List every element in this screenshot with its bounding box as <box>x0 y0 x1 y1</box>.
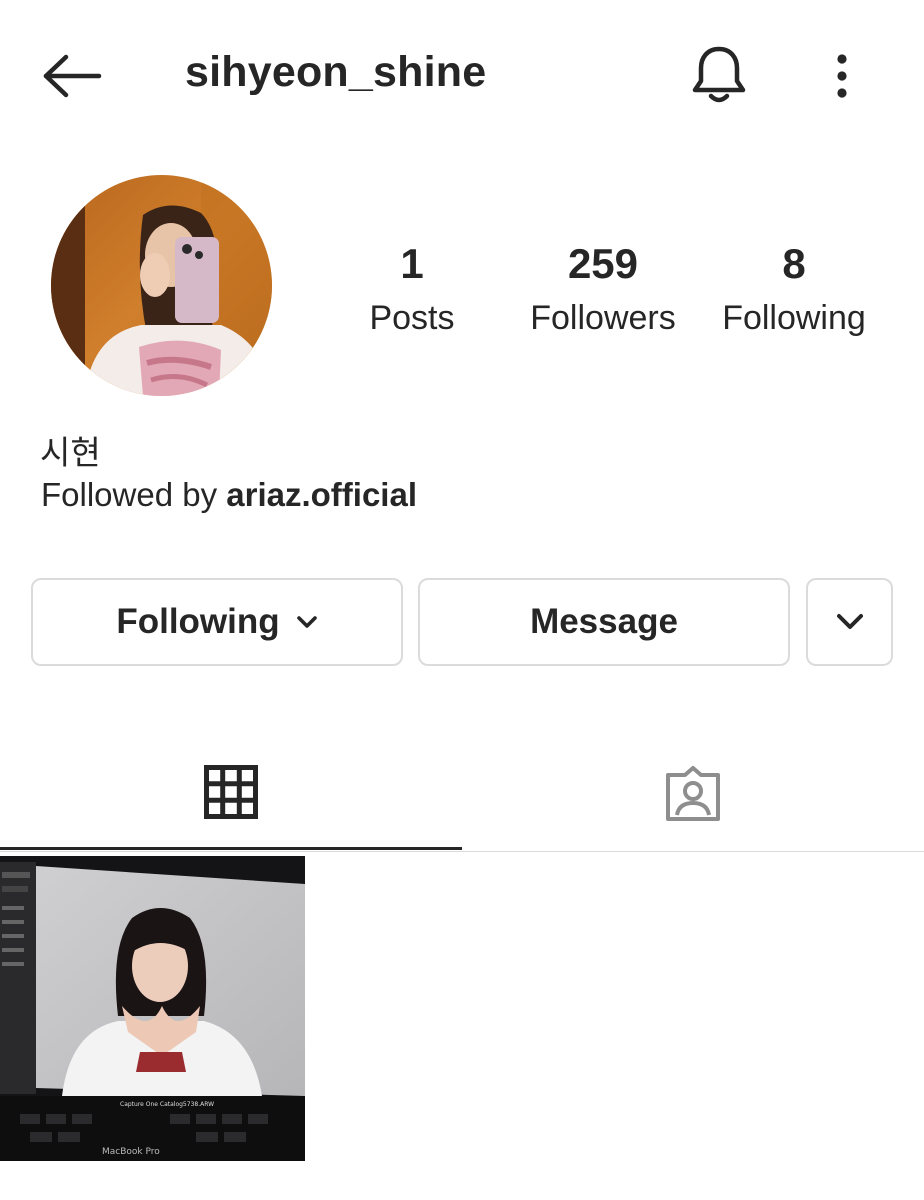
more-options-button[interactable] <box>820 44 864 108</box>
followers-label: Followers <box>530 299 676 337</box>
posts-label: Posts <box>369 299 455 337</box>
chevron-down-icon <box>836 614 863 629</box>
following-button-label: Following <box>116 602 280 641</box>
tagged-person-icon <box>666 765 720 821</box>
followed-by-account[interactable]: ariaz.official <box>226 476 417 513</box>
post-thumbnail[interactable]: Capture One Catalog5738.ARW MacBook Pro <box>0 856 305 1161</box>
posts-count: 1 <box>400 240 424 287</box>
notifications-button[interactable] <box>686 42 752 108</box>
post-laptop-brand: MacBook Pro <box>102 1147 160 1157</box>
following-stat[interactable]: 8 Following <box>714 238 874 340</box>
back-arrow-icon <box>43 54 102 98</box>
chevron-down-icon <box>296 615 318 629</box>
profile-avatar[interactable] <box>51 175 272 396</box>
bell-icon <box>692 46 746 103</box>
profile-username: sihyeon_shine <box>185 48 487 96</box>
following-label: Following <box>722 299 866 337</box>
tab-posts-grid[interactable] <box>0 736 462 850</box>
grid-icon <box>204 764 258 819</box>
avatar-photo <box>51 175 272 396</box>
profile-tabs <box>0 736 924 852</box>
followed-by-prefix: Followed by <box>41 476 227 513</box>
followers-stat[interactable]: 259 Followers <box>522 238 684 340</box>
posts-stat[interactable]: 1 Posts <box>352 238 472 340</box>
message-button[interactable]: Message <box>418 578 790 666</box>
message-button-label: Message <box>530 602 678 641</box>
post-screen-text: Capture One Catalog5738.ARW <box>120 1101 214 1108</box>
back-button[interactable] <box>36 44 108 108</box>
tab-tagged[interactable] <box>462 736 924 851</box>
more-vertical-icon <box>837 54 847 98</box>
followers-count: 259 <box>567 240 639 287</box>
following-count: 8 <box>782 240 806 287</box>
profile-header: sihyeon_shine <box>0 0 924 150</box>
suggested-accounts-button[interactable] <box>806 578 893 666</box>
post-photo: Capture One Catalog5738.ARW MacBook Pro <box>0 856 305 1161</box>
followed-by-text[interactable]: Followed by ariaz.official <box>41 476 417 514</box>
following-button[interactable]: Following <box>31 578 403 666</box>
profile-display-name: 시현 <box>40 433 101 472</box>
